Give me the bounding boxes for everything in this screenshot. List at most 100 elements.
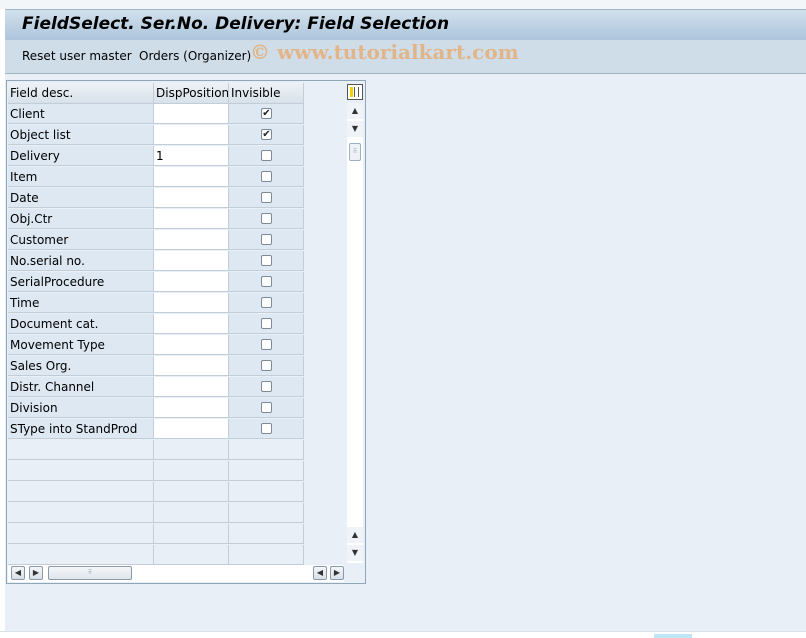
field-desc-cell: Time	[8, 293, 154, 313]
field-desc-cell: SType into StandProd	[8, 419, 154, 439]
disp-position-input[interactable]	[154, 188, 229, 208]
invisible-checkbox[interactable]	[261, 318, 272, 329]
empty-cell	[8, 461, 154, 481]
table-row: Time	[8, 293, 304, 314]
field-desc-cell: Sales Org.	[8, 356, 154, 376]
reset-user-master-button[interactable]: Reset user master	[22, 49, 132, 63]
disp-position-input[interactable]: 1	[154, 146, 229, 166]
invisible-checkbox[interactable]	[261, 234, 272, 245]
vertical-scroll-thumb[interactable]: ⠿	[349, 143, 361, 161]
empty-table-row	[8, 503, 304, 524]
disp-position-input[interactable]	[154, 125, 229, 145]
field-desc-cell: No.serial no.	[8, 251, 154, 271]
disp-position-input[interactable]	[154, 209, 229, 229]
disp-position-input[interactable]	[154, 104, 229, 124]
table-row: Item	[8, 167, 304, 188]
empty-cell	[154, 545, 229, 565]
disp-position-input[interactable]	[154, 251, 229, 271]
column-header-field-desc[interactable]: Field desc.	[8, 83, 154, 104]
table-row: Date	[8, 188, 304, 209]
invisible-cell	[229, 293, 304, 313]
disp-position-input[interactable]	[154, 167, 229, 187]
empty-cell	[229, 440, 304, 460]
invisible-cell	[229, 314, 304, 334]
invisible-checkbox[interactable]: ✔	[261, 108, 272, 119]
invisible-checkbox[interactable]	[261, 150, 272, 161]
table-row: Document cat.	[8, 314, 304, 335]
invisible-checkbox[interactable]	[261, 192, 272, 203]
scroll-right-icon[interactable]: ▶	[29, 566, 43, 580]
disp-position-input[interactable]	[154, 356, 229, 376]
empty-table-row	[8, 545, 304, 566]
disp-position-input[interactable]	[154, 419, 229, 439]
invisible-checkbox[interactable]	[261, 360, 272, 371]
disp-position-input[interactable]	[154, 398, 229, 418]
invisible-cell: ✔	[229, 125, 304, 145]
field-desc-cell: Movement Type	[8, 335, 154, 355]
scroll-up-icon[interactable]: ▲	[347, 103, 363, 119]
invisible-cell	[229, 188, 304, 208]
empty-cell	[154, 482, 229, 502]
field-desc-cell: Document cat.	[8, 314, 154, 334]
disp-position-input[interactable]	[154, 377, 229, 397]
invisible-checkbox[interactable]	[261, 381, 272, 392]
table-row: Object list ✔	[8, 125, 304, 146]
empty-cell	[229, 524, 304, 544]
invisible-cell	[229, 230, 304, 250]
invisible-checkbox[interactable]	[261, 402, 272, 413]
field-desc-cell: Division	[8, 398, 154, 418]
invisible-checkbox[interactable]	[261, 213, 272, 224]
empty-table-row	[8, 482, 304, 503]
disp-position-input[interactable]	[154, 230, 229, 250]
scroll-down-bottom-icon[interactable]: ▼	[347, 545, 363, 561]
field-desc-cell: Obj.Ctr	[8, 209, 154, 229]
invisible-cell	[229, 377, 304, 397]
empty-cell	[8, 482, 154, 502]
scroll-down-icon[interactable]: ▼	[347, 121, 363, 137]
vertical-scrollbar[interactable]: ▲ ▼ ⠿ ▲ ▼	[347, 103, 363, 563]
invisible-checkbox[interactable]	[261, 423, 272, 434]
field-desc-cell: Delivery	[8, 146, 154, 166]
table-row: Division	[8, 398, 304, 419]
horizontal-scroll-thumb[interactable]: ⠿	[48, 566, 132, 580]
column-configuration-icon[interactable]	[347, 84, 363, 100]
disp-position-input[interactable]	[154, 335, 229, 355]
scroll-up-bottom-icon[interactable]: ▲	[347, 527, 363, 543]
disp-position-input[interactable]	[154, 314, 229, 334]
empty-cell	[229, 545, 304, 565]
invisible-checkbox[interactable]	[261, 171, 272, 182]
page-title: FieldSelect. Ser.No. Delivery: Field Sel…	[22, 14, 450, 34]
scroll-left-end-icon[interactable]: ◀	[313, 566, 327, 580]
disp-position-input[interactable]	[154, 272, 229, 292]
invisible-checkbox[interactable]	[261, 297, 272, 308]
invisible-checkbox[interactable]	[261, 255, 272, 266]
application-toolbar: Reset user master Orders (Organizer) © w…	[5, 40, 806, 74]
table-row: Movement Type	[8, 335, 304, 356]
watermark: © www.tutorialkart.com	[250, 40, 519, 64]
table-row: SerialProcedure	[8, 272, 304, 293]
field-desc-cell: SerialProcedure	[8, 272, 154, 292]
invisible-cell	[229, 146, 304, 166]
progress-indicator	[654, 634, 692, 638]
empty-cell	[154, 440, 229, 460]
table-row: Obj.Ctr	[8, 209, 304, 230]
empty-cell	[154, 503, 229, 523]
empty-table-row	[8, 461, 304, 482]
invisible-checkbox[interactable]	[261, 276, 272, 287]
scroll-left-icon[interactable]: ◀	[11, 566, 25, 580]
orders-organizer-button[interactable]: Orders (Organizer)	[139, 49, 251, 63]
invisible-cell	[229, 356, 304, 376]
field-selection-table: Field desc. DispPosition Invisible Clien…	[6, 80, 366, 584]
column-header-disp-position[interactable]: DispPosition	[154, 83, 229, 104]
empty-table-row	[8, 524, 304, 545]
invisible-cell: ✔	[229, 104, 304, 124]
field-desc-cell: Client	[8, 104, 154, 124]
horizontal-scrollbar[interactable]: ◀ ▶ ⠿ ◀ ▶	[8, 565, 344, 582]
invisible-checkbox[interactable]: ✔	[261, 129, 272, 140]
invisible-checkbox[interactable]	[261, 339, 272, 350]
disp-position-input[interactable]	[154, 293, 229, 313]
empty-cell	[8, 440, 154, 460]
column-header-invisible[interactable]: Invisible	[229, 83, 304, 104]
scroll-right-end-icon[interactable]: ▶	[330, 566, 344, 580]
field-desc-cell: Distr. Channel	[8, 377, 154, 397]
